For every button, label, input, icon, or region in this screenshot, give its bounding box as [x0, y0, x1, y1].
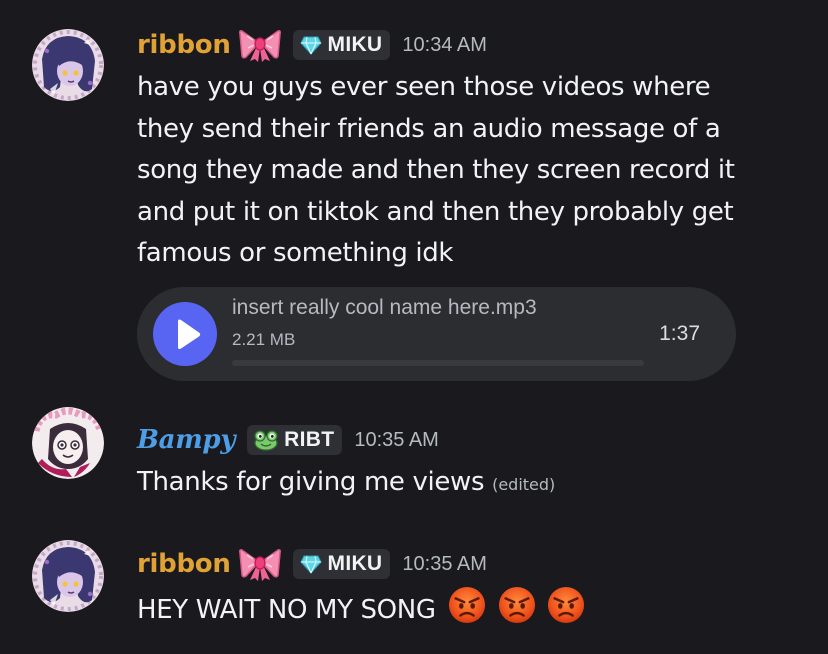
message-line: have you guys ever seen those videos whe…	[137, 72, 711, 102]
message-text: HEY WAIT NO MY SONG	[137, 586, 787, 638]
message-text: Thanks for giving me views (edited)	[137, 462, 787, 506]
server-tag[interactable]: MIKU	[292, 30, 391, 60]
message-header: Bampy RIBT 10:35 AM	[137, 423, 439, 457]
audio-attachment: insert really cool name here.mp3 2.21 MB…	[137, 287, 736, 381]
message-body: HEY WAIT NO MY SONG	[137, 595, 436, 625]
message-line: song they made and then they screen reco…	[137, 155, 735, 185]
audio-filename[interactable]: insert really cool name here.mp3	[232, 296, 537, 320]
message-text: have you guys ever seen those videos whe…	[137, 67, 787, 275]
audio-file-size: 2.21 MB	[232, 330, 296, 349]
message-body: Thanks for giving me views	[137, 467, 485, 497]
server-tag-label: MIKU	[327, 33, 383, 56]
timestamp[interactable]: 10:34 AM	[402, 34, 487, 57]
username[interactable]: ribbon	[137, 549, 231, 579]
username[interactable]: ribbon	[137, 30, 231, 60]
angry-face-emoji[interactable]	[448, 586, 486, 638]
play-icon	[178, 319, 201, 349]
avatar-ribbon[interactable]	[32, 29, 104, 101]
frog-icon	[253, 429, 279, 451]
message-header: ribbon MIKU 10:35 AM	[137, 547, 487, 581]
message-line: they send their friends an audio message…	[137, 113, 721, 144]
message-line: famous or something idk	[137, 238, 454, 268]
server-tag-label: MIKU	[327, 552, 383, 575]
angry-face-emoji[interactable]	[547, 586, 585, 638]
chat-message-list: ribbon MIKU 10:34 AM have you guys ever …	[0, 0, 828, 654]
audio-duration: 1:37	[659, 322, 700, 345]
ribbon-bow-emoji	[239, 547, 281, 581]
message-1: ribbon MIKU 10:34 AM have you guys ever …	[0, 0, 828, 400]
message-2: Bampy RIBT 10:35 AM Thanks for giving me…	[0, 400, 828, 520]
username[interactable]: Bampy	[137, 425, 235, 455]
server-tag[interactable]: MIKU	[292, 549, 391, 579]
message-line: and put it on tiktok and then they proba…	[137, 196, 734, 227]
play-button[interactable]	[153, 302, 217, 366]
avatar-ribbon[interactable]	[32, 540, 104, 612]
heart-diamond-icon	[299, 35, 323, 55]
angry-face-emoji[interactable]	[498, 586, 536, 638]
timestamp[interactable]: 10:35 AM	[402, 553, 487, 576]
server-tag-label: RIBT	[284, 428, 335, 451]
heart-diamond-icon	[299, 554, 323, 574]
audio-progress-bar[interactable]	[232, 360, 644, 366]
ribbon-bow-emoji	[239, 28, 281, 62]
avatar-bampy[interactable]	[32, 407, 104, 479]
timestamp[interactable]: 10:35 AM	[354, 429, 439, 452]
message-3: ribbon MIKU 10:35 AM HEY WAIT NO MY SONG	[0, 520, 828, 654]
server-tag[interactable]: RIBT	[247, 425, 343, 455]
edited-indicator: (edited)	[492, 475, 556, 494]
message-header: ribbon MIKU 10:34 AM	[137, 28, 487, 62]
